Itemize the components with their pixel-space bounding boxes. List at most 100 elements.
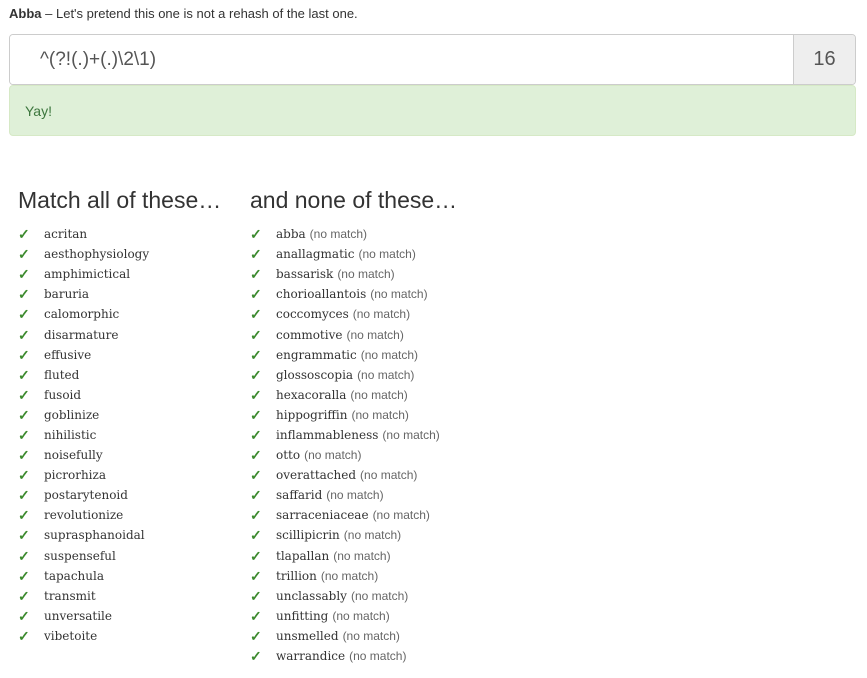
check-icon: ✓ — [250, 346, 262, 363]
list-item: ✓ fusoid — [18, 385, 221, 405]
check-icon: ✓ — [18, 266, 30, 283]
list-item: ✓ fluted — [18, 365, 221, 385]
list-item: ✓ abba (no match) — [250, 224, 457, 244]
no-match-note: (no match) — [337, 267, 395, 282]
no-match-note: (no match) — [382, 427, 440, 442]
regex-input[interactable] — [10, 35, 793, 84]
list-item: ✓ unsmelled (no match) — [250, 626, 457, 646]
check-icon: ✓ — [250, 366, 262, 383]
list-item: ✓ coccomyces (no match) — [250, 304, 457, 324]
word: anallagmatic — [276, 247, 355, 262]
check-icon: ✓ — [18, 246, 30, 263]
word: commotive — [276, 327, 343, 342]
list-item: ✓ suprasphanoidal — [18, 525, 221, 545]
word: unclassably — [276, 588, 347, 603]
list-item: ✓ suspenseful — [18, 546, 221, 566]
no-match-note: (no match) — [326, 488, 384, 503]
word: amphimictical — [44, 267, 131, 282]
word: calomorphic — [44, 307, 120, 322]
word: baruria — [44, 287, 90, 302]
check-icon: ✓ — [18, 306, 30, 323]
nomatch-list: ✓ abba (no match) ✓ anallagmatic (no match) ✓ b… — [250, 224, 457, 666]
status-alert: Yay! — [9, 85, 856, 136]
word: bassarisk — [276, 267, 334, 282]
check-icon: ✓ — [250, 648, 262, 665]
check-icon: ✓ — [250, 447, 262, 464]
list-item: ✓ revolutionize — [18, 505, 221, 525]
list-item: ✓ overattached (no match) — [250, 465, 457, 485]
word: nihilistic — [44, 427, 97, 442]
word: saffarid — [276, 488, 323, 503]
list-item: ✓ sarraceniaceae (no match) — [250, 505, 457, 525]
word: otto — [276, 448, 301, 463]
list-item: ✓ postarytenoid — [18, 485, 221, 505]
list-item: ✓ hexacoralla (no match) — [250, 385, 457, 405]
check-icon: ✓ — [18, 507, 30, 524]
check-icon: ✓ — [250, 226, 262, 243]
word: coccomyces — [276, 307, 349, 322]
word: transmit — [44, 588, 96, 603]
list-item: ✓ otto (no match) — [250, 445, 457, 465]
puzzle-separator: – — [45, 6, 53, 21]
check-icon: ✓ — [250, 627, 262, 644]
match-list: ✓ acritan ✓ aesthophysiology ✓ amphimictical ✓… — [18, 224, 221, 646]
word: suspenseful — [44, 548, 116, 563]
check-icon: ✓ — [18, 406, 30, 423]
puzzle-header: Abba – Let's pretend this one is not a r… — [9, 6, 358, 21]
check-icon: ✓ — [250, 487, 262, 504]
list-item: ✓ tapachula — [18, 566, 221, 586]
word: goblinize — [44, 407, 100, 422]
word: effusive — [44, 347, 92, 362]
list-item: ✓ saffarid (no match) — [250, 485, 457, 505]
check-icon: ✓ — [18, 607, 30, 624]
check-icon: ✓ — [18, 346, 30, 363]
check-icon: ✓ — [18, 426, 30, 443]
list-item: ✓ noisefully — [18, 445, 221, 465]
word: warrandice — [276, 649, 346, 664]
no-match-note: (no match) — [360, 468, 418, 483]
word: vibetoite — [44, 628, 98, 643]
word: disarmature — [44, 327, 119, 342]
word: fusoid — [44, 387, 82, 402]
word: scillipicrin — [276, 528, 340, 543]
no-match-note: (no match) — [320, 568, 379, 583]
check-icon: ✓ — [18, 527, 30, 544]
list-item: ✓ unfitting (no match) — [250, 606, 457, 626]
check-icon: ✓ — [18, 226, 30, 243]
list-item: ✓ transmit — [18, 586, 221, 606]
nomatch-column: and none of these… ✓ abba (no match) ✓ anall… — [250, 186, 457, 666]
no-match-note: (no match) — [370, 287, 428, 302]
list-item: ✓ picrorhiza — [18, 465, 221, 485]
check-icon: ✓ — [250, 607, 262, 624]
word: hexacoralla — [276, 387, 347, 402]
check-icon: ✓ — [18, 286, 30, 303]
check-icon: ✓ — [250, 467, 262, 484]
no-match-note: (no match) — [358, 247, 416, 262]
check-icon: ✓ — [250, 426, 262, 443]
word: unfitting — [276, 608, 329, 623]
check-icon: ✓ — [18, 467, 30, 484]
list-item: ✓ nihilistic — [18, 425, 221, 445]
puzzle-name: Abba — [9, 6, 42, 21]
no-match-note: (no match) — [333, 548, 391, 563]
check-icon: ✓ — [250, 386, 262, 403]
check-icon: ✓ — [250, 587, 262, 604]
check-icon: ✓ — [250, 406, 262, 423]
check-icon: ✓ — [250, 507, 262, 524]
no-match-note: (no match) — [372, 508, 430, 523]
match-column: Match all of these… ✓ acritan ✓ aesthophysi… — [18, 186, 221, 646]
no-match-note: (no match) — [357, 367, 415, 382]
word: suprasphanoidal — [44, 528, 145, 543]
list-item: ✓ trillion (no match) — [250, 566, 457, 586]
word: revolutionize — [44, 508, 124, 523]
check-icon: ✓ — [18, 567, 30, 584]
no-match-note: (no match) — [332, 608, 390, 623]
word: unsmelled — [276, 628, 339, 643]
list-item: ✓ acritan — [18, 224, 221, 244]
no-match-note: (no match) — [349, 649, 407, 664]
list-item: ✓ amphimictical — [18, 264, 221, 284]
no-match-note: (no match) — [343, 528, 402, 543]
list-item: ✓ baruria — [18, 284, 221, 304]
no-match-note: (no match) — [342, 628, 400, 643]
check-icon: ✓ — [250, 246, 262, 263]
